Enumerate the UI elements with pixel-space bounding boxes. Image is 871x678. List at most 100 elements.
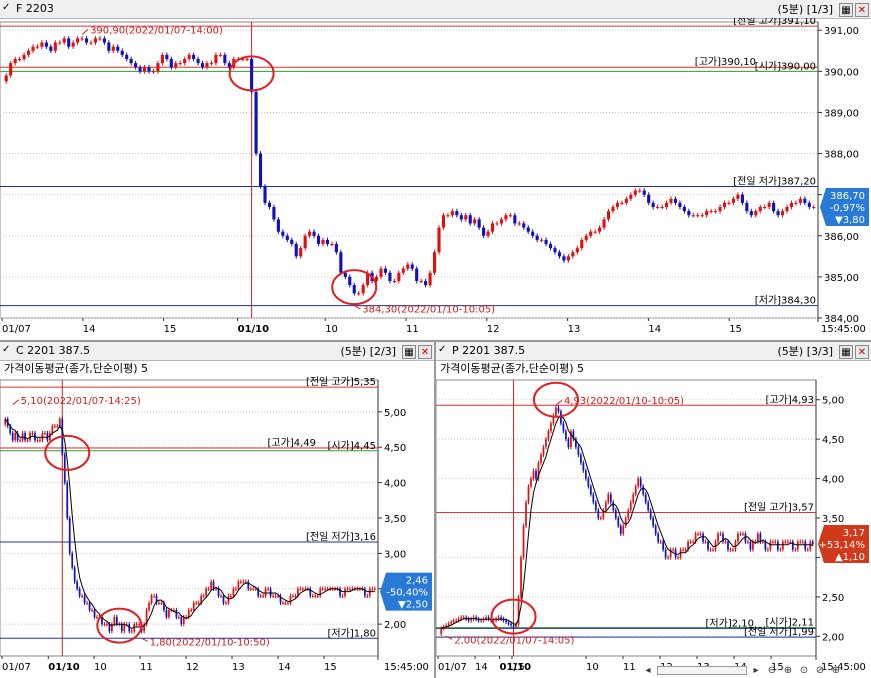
candle-body [410, 264, 414, 269]
candle-body [555, 407, 557, 416]
close-icon[interactable]: ✕ [855, 3, 869, 17]
chart-panel-c2201[interactable]: ✓ C 2201 387.5 (5분) [2/3] ▦ ✕ 2,002,503,… [0, 342, 434, 678]
settings-icon[interactable]: ▦ [839, 3, 853, 17]
y-tick-label: 4,50 [822, 435, 844, 446]
candle-body [727, 541, 729, 550]
candle-body [187, 610, 190, 618]
settings-icon[interactable]: ▦ [839, 345, 853, 359]
candle-body [678, 202, 682, 207]
candle-body [789, 541, 792, 543]
candle-body [274, 595, 277, 597]
scroll-left-icon[interactable]: ◂ [641, 664, 655, 677]
scrollbar-track[interactable] [657, 666, 747, 675]
checkbox-icon[interactable]: ✓ [2, 345, 12, 355]
x-tick-label: 14 [278, 662, 291, 673]
settings-icon[interactable]: ▦ [402, 345, 416, 359]
y-tick-label: 5,00 [822, 396, 844, 407]
candle-body [113, 617, 116, 625]
candle-body [321, 588, 324, 590]
candle-body [282, 602, 284, 604]
candle-body [651, 202, 655, 207]
candle-body [604, 502, 607, 511]
y-tick-label: 2,00 [384, 620, 406, 631]
zoom-reset-icon[interactable]: ⊙ [797, 664, 811, 677]
candle-body [709, 549, 712, 551]
current-price-text: 2,46 [406, 576, 428, 587]
candle-body [749, 211, 753, 216]
high-low-annotation: 1,80(2022/01/10-10:50) [150, 637, 270, 648]
candle-body [627, 510, 630, 518]
candle-body [544, 239, 548, 244]
candle-body [263, 186, 267, 203]
checkbox-icon[interactable]: ✓ [2, 3, 12, 13]
close-icon[interactable]: ✕ [855, 345, 869, 359]
candle-body [662, 541, 665, 550]
candle-body [35, 46, 40, 48]
indicator-legend: 가격이동평균(종가,단순이평) 5 [4, 362, 148, 375]
chart-panel-p2201[interactable]: ✓ P 2201 387.5 (5분) [3/3] ▦ ✕ 2,00 2,50 3,… [436, 342, 871, 678]
candle-body [473, 219, 477, 224]
candle-body [702, 533, 704, 542]
candle-body [749, 541, 752, 550]
checkbox-icon[interactable]: ✓ [438, 345, 448, 355]
candle-body [415, 268, 419, 281]
candle-body [482, 227, 486, 236]
candle-body [53, 42, 57, 51]
candle-body [341, 595, 344, 597]
panel-titlebar: ✓ F 2203 (5분) [1/3] ▦ ✕ [0, 0, 871, 19]
candle-body [647, 502, 650, 511]
zoom-step-icon[interactable]: ⊕ [829, 664, 843, 677]
candle-body [637, 478, 640, 487]
candle-body [14, 433, 17, 441]
candle-body [158, 602, 160, 604]
candle-body [168, 610, 170, 618]
candle-body [419, 281, 423, 282]
candle-body [230, 595, 232, 597]
candle-body [512, 625, 515, 627]
candle-body [107, 42, 111, 51]
close-icon[interactable]: ✕ [418, 345, 432, 359]
y-tick-label: 385,00 [824, 273, 859, 284]
candle-body [316, 235, 321, 244]
candle-body [225, 602, 227, 604]
candle-body [587, 478, 590, 487]
candle-body [73, 567, 76, 582]
page-indicator: [2/3] [369, 345, 396, 358]
zoom-out-icon[interactable]: ⊖ [765, 664, 779, 677]
candle-body [577, 447, 580, 455]
candle-body [96, 617, 98, 619]
candle-body [368, 588, 371, 596]
candle-body [13, 59, 17, 64]
candle-body [134, 63, 138, 68]
high-low-annotation: 4,93(2022/01/10-10:05) [564, 396, 684, 407]
candle-body [339, 252, 343, 273]
zoom-fit-icon[interactable]: ⊘ [813, 664, 827, 677]
candle-body [428, 272, 432, 286]
zoom-in-icon[interactable]: ⊕ [781, 664, 795, 677]
candle-body [553, 248, 557, 253]
candle-body [349, 588, 351, 590]
candle-body [63, 454, 66, 483]
candle-body [462, 617, 465, 619]
candle-body [639, 478, 642, 487]
candle-body [699, 533, 702, 535]
candle-body [151, 71, 156, 73]
candle-body [659, 541, 662, 543]
candle-body [19, 440, 21, 442]
candle-body [714, 211, 718, 213]
scroll-right-icon[interactable]: ▸ [749, 664, 763, 677]
candle-body [212, 581, 215, 589]
candle-body [373, 588, 376, 590]
candle-body [739, 533, 742, 535]
candle-body [175, 610, 178, 618]
candle-body [672, 549, 674, 551]
candle-body [550, 423, 552, 432]
candle-body [684, 549, 687, 551]
chart-panel-f2203[interactable]: ✓ F 2203 (5분) [1/3] ▦ ✕ 384,00 385,00 386,… [0, 0, 871, 340]
candle-body [147, 67, 151, 72]
candle-body [649, 510, 652, 518]
candle-body [669, 198, 673, 203]
candle-body [460, 617, 463, 619]
candle-body [58, 42, 62, 44]
candle-body [644, 494, 647, 503]
